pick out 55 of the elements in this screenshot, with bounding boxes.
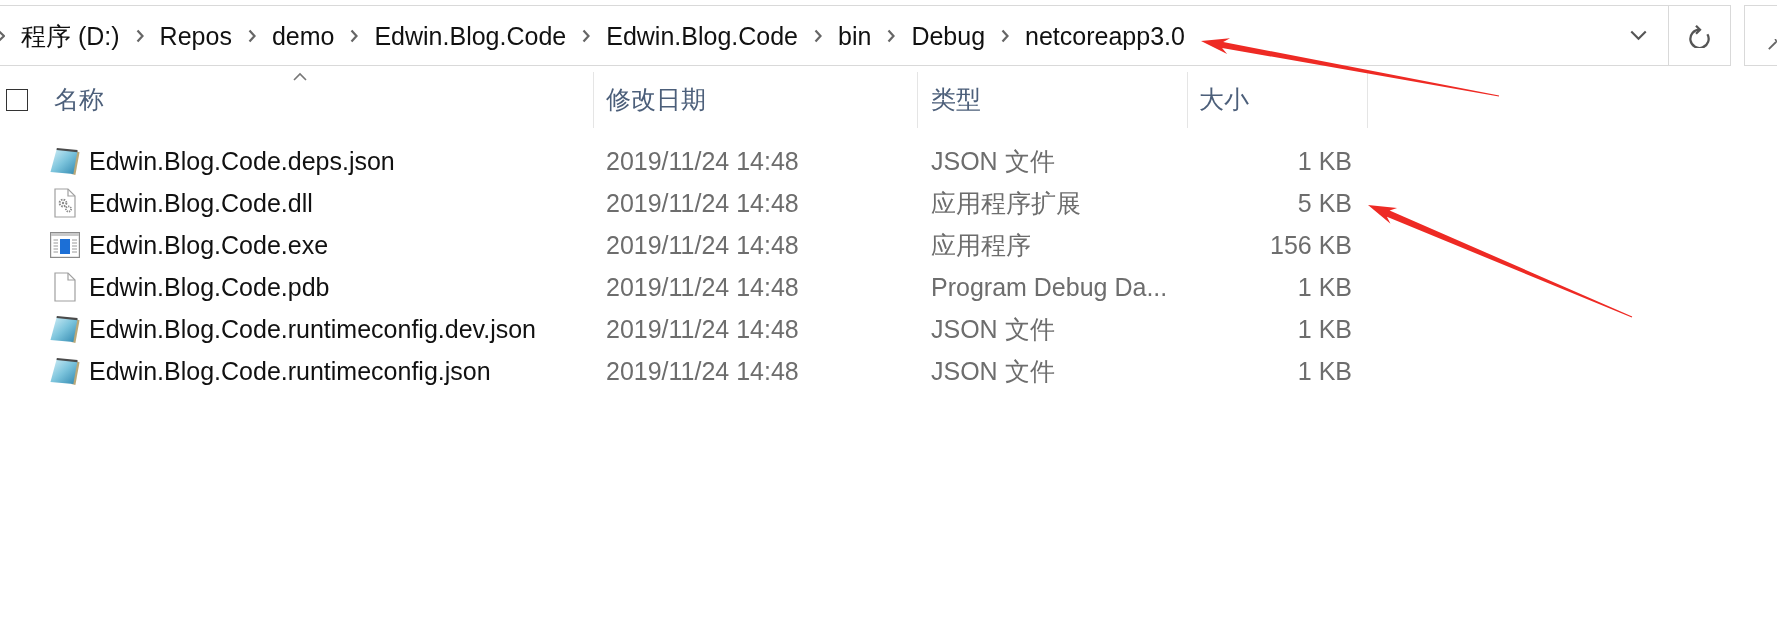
column-header[interactable]: 修改日期	[594, 72, 918, 128]
chevron-right-icon[interactable]	[1001, 28, 1010, 43]
file-type: 应用程序	[931, 231, 1031, 259]
chevron-down-icon	[1629, 30, 1647, 41]
date-modified: 2019/11/24 14:48	[606, 315, 799, 343]
breadcrumb-item[interactable]: Edwin.Blog.Code	[600, 18, 804, 53]
breadcrumb-item[interactable]: Repos	[153, 18, 238, 53]
refresh-icon	[1688, 23, 1711, 48]
chevron-right-icon[interactable]	[135, 28, 144, 43]
date-modified: 2019/11/24 14:48	[606, 231, 799, 259]
search-icon	[1768, 39, 1777, 50]
file-size: 1 KB	[1297, 356, 1352, 387]
program-window-icon	[50, 232, 80, 258]
address-bar[interactable]: 程序 (D:) Repos demo Edwin.Blog.Code Edwin.Blog.Code bin Debug netcoreapp3.0	[0, 5, 1731, 66]
notepad-icon	[50, 147, 80, 175]
chevron-right-icon[interactable]	[582, 28, 591, 43]
date-modified: 2019/11/24 14:48	[606, 273, 799, 301]
file-type: 应用程序扩展	[931, 189, 1081, 217]
date-modified: 2019/11/24 14:48	[606, 357, 799, 385]
file-size: 1 KB	[1297, 146, 1352, 177]
blank-file-icon	[54, 272, 76, 302]
breadcrumb-item[interactable]: Debug	[905, 18, 992, 53]
file-type: Program Debug Da...	[931, 273, 1168, 301]
file-name[interactable]: Edwin.Blog.Code.deps.json	[89, 145, 395, 177]
file-name[interactable]: Edwin.Blog.Code.runtimeconfig.json	[89, 355, 491, 387]
file-type: JSON 文件	[931, 315, 1055, 343]
chevron-right-icon[interactable]	[0, 28, 5, 43]
chevron-right-icon[interactable]	[887, 28, 896, 43]
file-size: 156 KB	[1270, 230, 1352, 261]
breadcrumb-item[interactable]: 程序 (D:)	[15, 18, 126, 53]
file-size: 1 KB	[1297, 314, 1352, 345]
file-size: 5 KB	[1297, 188, 1352, 219]
gear-file-icon	[54, 188, 76, 218]
breadcrumb-item[interactable]: demo	[265, 18, 341, 53]
notepad-icon	[50, 357, 80, 385]
file-name[interactable]: Edwin.Blog.Code.runtimeconfig.dev.json	[89, 313, 536, 345]
column-header[interactable]: 类型	[918, 72, 1188, 128]
search-field[interactable]	[1744, 5, 1777, 66]
breadcrumb-item[interactable]: bin	[832, 18, 878, 53]
file-name[interactable]: Edwin.Blog.Code.exe	[89, 229, 329, 261]
notepad-icon	[50, 315, 80, 343]
file-name[interactable]: Edwin.Blog.Code.pdb	[89, 271, 330, 303]
file-type: JSON 文件	[931, 357, 1055, 385]
date-modified: 2019/11/24 14:48	[606, 147, 799, 175]
breadcrumb-item[interactable]: netcoreapp3.0	[1019, 18, 1191, 53]
column-header[interactable]: 名称	[40, 72, 594, 128]
file-type: JSON 文件	[931, 147, 1055, 175]
chevron-right-icon[interactable]	[814, 28, 822, 43]
select-all-checkbox[interactable]	[6, 89, 28, 111]
chevron-right-icon[interactable]	[247, 28, 256, 43]
chevron-right-icon[interactable]	[350, 28, 359, 43]
file-name[interactable]: Edwin.Blog.Code.dll	[89, 187, 313, 219]
date-modified: 2019/11/24 14:48	[606, 189, 799, 217]
breadcrumb-item[interactable]: Edwin.Blog.Code	[368, 18, 573, 53]
file-size: 1 KB	[1297, 272, 1352, 303]
